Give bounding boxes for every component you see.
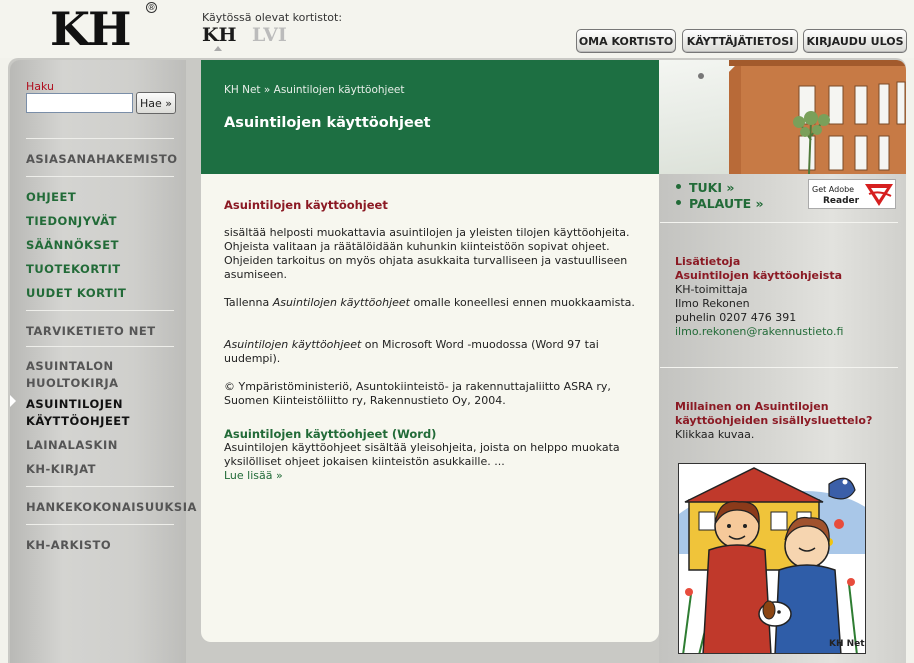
contact-person: Ilmo Rekonen: [675, 297, 750, 310]
nav-tuotekortit[interactable]: TUOTEKORTIT: [26, 261, 121, 278]
bullet-icon: [676, 184, 681, 189]
nav-label-line: KÄYTTÖOHJEET: [26, 414, 131, 428]
info-title: Lisätietoja Asuintilojen käyttöohjeista: [675, 255, 842, 283]
sidebar-divider: [26, 346, 174, 347]
collection-lvi[interactable]: LVI: [252, 24, 287, 46]
copyright-paragraph: © Ympäristöministeriö, Asuntokiinteistö-…: [224, 380, 611, 407]
nav-kh-arkisto[interactable]: KH-ARKISTO: [26, 537, 111, 554]
nav-label-line: ASUINTILOJEN: [26, 397, 124, 411]
palaute-link[interactable]: PALAUTE »: [676, 196, 764, 211]
nav-label-line: ASUINTALON: [26, 359, 114, 373]
word-description: Asuintilojen käyttöohjeet sisältää yleis…: [224, 441, 620, 468]
intro-paragraph: sisältää helposti muokattavia asuintiloj…: [224, 226, 630, 281]
kayttajatietosi-button[interactable]: KÄYTTÄJÄTIETOSI: [682, 29, 798, 53]
nav-saannokset[interactable]: SÄÄNNÖKSET: [26, 237, 119, 254]
nav-tiedonjyvat[interactable]: TIEDONJYVÄT: [26, 213, 117, 230]
info-title-line: Lisätietoja: [675, 255, 741, 268]
word-document-link[interactable]: Asuintilojen käyttöohjeet (Word): [224, 427, 436, 441]
tuki-link[interactable]: TUKI »: [676, 180, 734, 195]
read-more-link[interactable]: Lue lisää »: [224, 469, 283, 482]
nav-tarviketieto[interactable]: TARVIKETIETO NET: [26, 323, 156, 340]
active-nav-arrow-icon: [10, 395, 16, 407]
nav-asiasanahakemisto[interactable]: ASIASANAHAKEMISTO: [26, 151, 178, 168]
building-illustration: [698, 60, 906, 174]
sidebar-divider: [26, 138, 174, 139]
right-divider: [660, 367, 898, 368]
cover-illustration: KH Net: [679, 464, 865, 653]
sidebar-divider: [26, 310, 174, 311]
nav-lainalaskin[interactable]: LAINALASKIN: [26, 437, 118, 454]
section-title: Asuintilojen käyttöohjeet: [224, 198, 388, 212]
sidebar-divider: [26, 486, 174, 487]
sidebar-divider: [26, 524, 174, 525]
cover-mark: KH Net: [829, 639, 865, 649]
text-span: omalle koneellesi ennen muokkaamista.: [410, 296, 635, 309]
right-divider: [660, 222, 898, 223]
emphasis-text: Asuintilojen käyttöohjeet: [224, 338, 362, 351]
tuki-label: TUKI »: [689, 180, 735, 195]
nav-ohjeet[interactable]: OHJEET: [26, 189, 76, 206]
adobe-reader-icon: Get Adobe Reader: [812, 184, 893, 206]
nav-label-line: HUOLTOKIRJA: [26, 376, 119, 390]
contact-org: KH-toimittaja: [675, 283, 748, 296]
search-button[interactable]: Hae »: [136, 92, 176, 114]
oma-kortisto-button[interactable]: OMA KORTISTO: [576, 29, 676, 53]
kh-logo[interactable]: KH: [50, 2, 131, 56]
contents-question: Millainen on Asuintilojen käyttöohjeiden…: [675, 400, 872, 428]
nav-hankekokonaisuuksia[interactable]: HANKEKOKONAISUUKSIA: [26, 499, 197, 516]
nav-asuintilojen-kayttoohjeet[interactable]: ASUINTILOJEN KÄYTTÖOHJEET: [26, 396, 130, 430]
nav-uudet-kortit[interactable]: UUDET KORTIT: [26, 285, 126, 302]
emphasis-text: Asuintilojen käyttöohjeet: [272, 296, 410, 309]
collections-label: Käytössä olevat kortistot:: [202, 11, 343, 24]
contact-email-link[interactable]: ilmo.rekonen@rakennustieto.fi: [675, 325, 843, 339]
question-line: Millainen on Asuintilojen: [675, 400, 829, 413]
search-label: Haku: [26, 80, 55, 93]
format-paragraph: Asuintilojen käyttöohjeet on Microsoft W…: [224, 338, 649, 366]
save-paragraph: Tallenna Asuintilojen käyttöohjeet omall…: [224, 296, 649, 310]
question-line: käyttöohjeiden sisällysluettelo?: [675, 414, 873, 427]
adobe-reader-badge[interactable]: Get Adobe Reader: [808, 179, 896, 209]
search-input[interactable]: [26, 93, 133, 113]
bullet-icon: [676, 200, 681, 205]
active-collection-marker: [214, 46, 222, 51]
manual-cover-image[interactable]: KH Net: [678, 463, 866, 654]
text-span: Tallenna: [224, 296, 273, 309]
sidebar-divider: [26, 176, 174, 177]
info-title-line: Asuintilojen käyttöohjeista: [675, 269, 843, 282]
collection-kh[interactable]: KH: [202, 24, 236, 46]
registered-mark: ®: [146, 2, 157, 13]
page-title: Asuintilojen käyttöohjeet: [224, 115, 431, 131]
building-photo: [659, 60, 906, 174]
adobe-reader-text: Reader: [823, 196, 860, 206]
palaute-label: PALAUTE »: [689, 196, 764, 211]
click-instruction: Klikkaa kuvaa.: [675, 428, 755, 441]
nav-asuintalon-huoltokirja[interactable]: ASUINTALON HUOLTOKIRJA: [26, 358, 119, 392]
adobe-get-text: Get Adobe: [812, 185, 854, 194]
nav-kh-kirjat[interactable]: KH-KIRJAT: [26, 461, 96, 478]
contact-phone: puhelin 0207 476 391: [675, 311, 797, 324]
breadcrumb[interactable]: KH Net » Asuintilojen käyttöohjeet: [224, 84, 405, 96]
kirjaudu-ulos-button[interactable]: KIRJAUDU ULOS: [803, 29, 907, 53]
